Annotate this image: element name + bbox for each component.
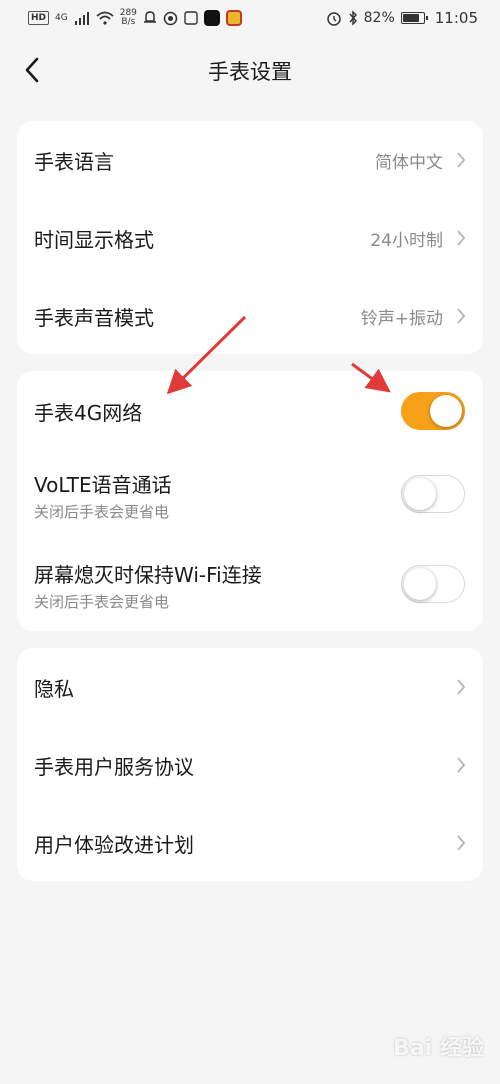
network-speed-unit: B/s: [121, 17, 136, 27]
chevron-right-icon: [457, 152, 466, 168]
status-bar-left: HD 4G 289 B/s: [28, 9, 242, 27]
alarm-icon: [326, 12, 341, 26]
experience-plan-row[interactable]: 用户体验改进计划: [17, 804, 483, 882]
basic-settings-card: 手表语言 简体中文 时间显示格式 24小时制 手表声音模式 铃声+振动: [17, 121, 483, 354]
chevron-right-icon: [457, 835, 466, 851]
chevron-right-icon: [457, 308, 466, 324]
battery-percent: 82%: [363, 10, 395, 26]
watch-4g-toggle[interactable]: [401, 392, 465, 430]
toggle-knob: [404, 568, 436, 600]
battery-icon: [400, 12, 428, 24]
title-bar: 手表设置: [0, 40, 500, 100]
toggle-knob: [404, 478, 436, 510]
notification-bell-icon: [143, 11, 156, 23]
wifi-keep-label: 屏幕熄灭时保持Wi-Fi连接: [34, 563, 262, 587]
watermark: Bai 经验: [393, 1036, 484, 1061]
watch-language-label: 手表语言: [34, 149, 114, 174]
network-settings-card: 手表4G网络 VoLTE语音通话 关闭后手表会更省电 屏幕熄灭时保持Wi-Fi连…: [17, 371, 483, 631]
wifi-icon: [96, 11, 114, 25]
status-bar: HD 4G 289 B/s 82% 11:05: [0, 0, 500, 36]
volte-toggle[interactable]: [401, 475, 465, 513]
network-type: 4G: [55, 12, 68, 23]
wifi-keep-subtitle: 关闭后手表会更省电: [34, 593, 170, 611]
network-speed: 289 B/s: [120, 9, 137, 27]
sound-mode-row[interactable]: 手表声音模式 铃声+振动: [17, 277, 483, 355]
privacy-row[interactable]: 隐私: [17, 648, 483, 726]
signal-icon: [74, 12, 89, 25]
chevron-right-icon: [457, 230, 466, 246]
app-notification-icon: [163, 11, 178, 25]
service-agreement-label: 手表用户服务协议: [34, 754, 194, 779]
privacy-label: 隐私: [34, 676, 74, 701]
watch-language-value: 简体中文: [375, 152, 443, 173]
service-agreement-row[interactable]: 手表用户服务协议: [17, 726, 483, 804]
time-format-value: 24小时制: [370, 230, 443, 251]
sound-mode-label: 手表声音模式: [34, 305, 154, 330]
wifi-keep-toggle[interactable]: [401, 565, 465, 603]
app-icon-small: [184, 11, 198, 25]
watch-4g-label: 手表4G网络: [34, 400, 143, 425]
clock: 11:05: [434, 9, 478, 27]
time-format-row[interactable]: 时间显示格式 24小时制: [17, 199, 483, 277]
chevron-right-icon: [457, 679, 466, 695]
game-app-icon: [225, 10, 242, 26]
sound-mode-value: 铃声+振动: [360, 308, 443, 329]
wifi-keep-row: 屏幕熄灭时保持Wi-Fi连接 关闭后手表会更省电: [17, 541, 483, 631]
watch-4g-row: 手表4G网络: [17, 371, 483, 451]
volte-row: VoLTE语音通话 关闭后手表会更省电: [17, 451, 483, 541]
hd-badge: HD: [28, 11, 50, 25]
volte-label: VoLTE语音通话: [34, 473, 172, 497]
chevron-right-icon: [457, 757, 466, 773]
experience-plan-label: 用户体验改进计划: [34, 832, 194, 857]
status-bar-right: 82% 11:05: [326, 9, 478, 27]
bluetooth-icon: [349, 10, 357, 26]
toggle-knob: [430, 395, 462, 427]
privacy-card: 隐私 手表用户服务协议 用户体验改进计划: [17, 648, 483, 881]
watch-language-row[interactable]: 手表语言 简体中文: [17, 121, 483, 199]
tiktok-app-icon: [203, 10, 220, 26]
volte-subtitle: 关闭后手表会更省电: [34, 503, 170, 521]
page-title: 手表设置: [208, 60, 292, 84]
time-format-label: 时间显示格式: [34, 227, 154, 252]
